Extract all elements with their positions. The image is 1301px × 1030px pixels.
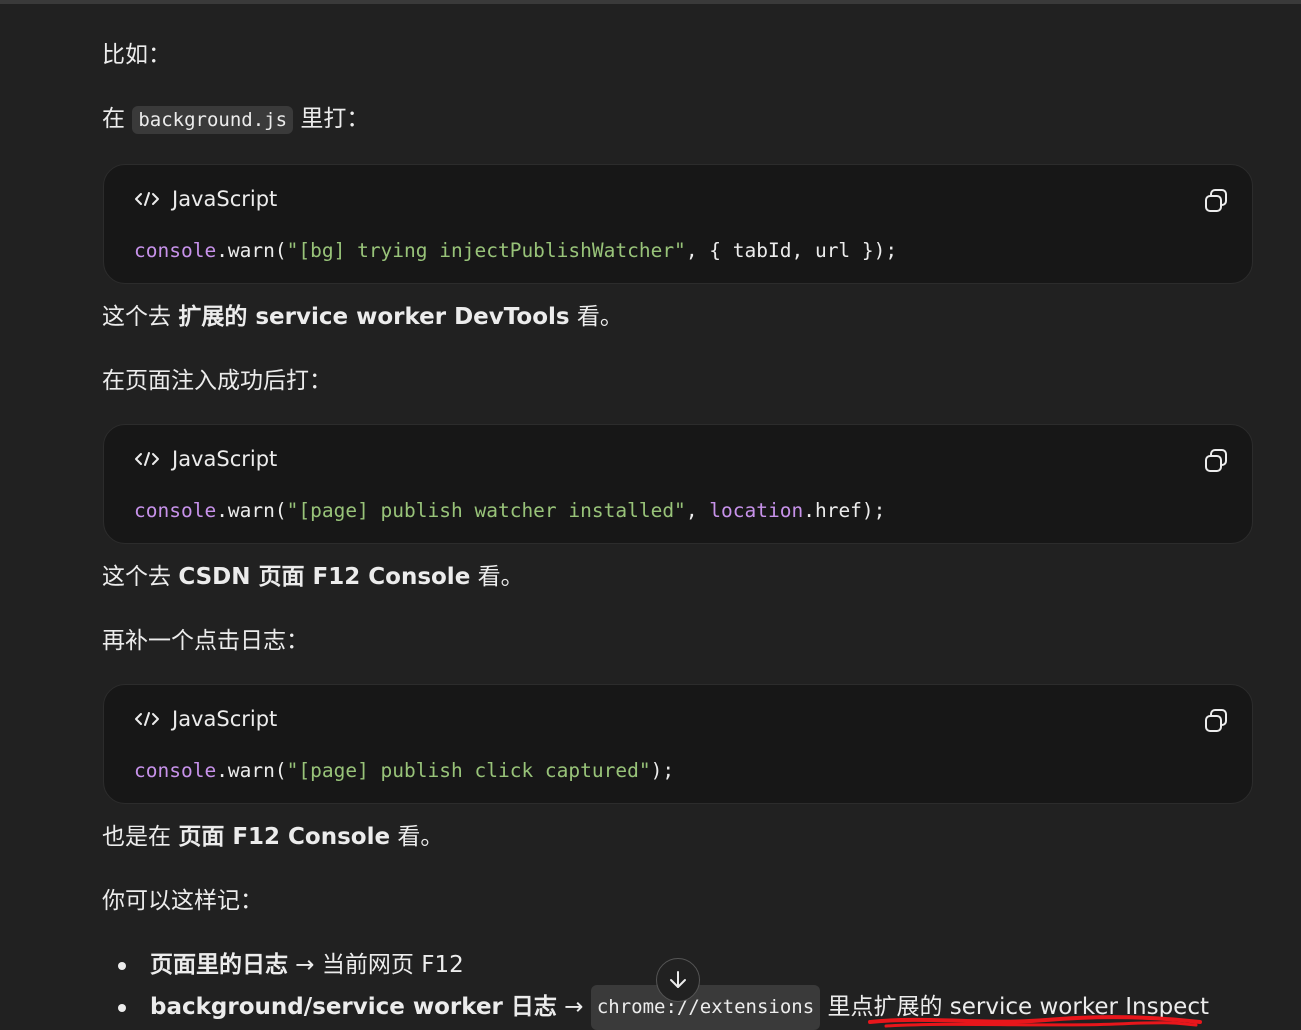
copy-icon[interactable] xyxy=(1202,447,1230,475)
bullet-text: 当前网页 F12 xyxy=(321,952,464,978)
code-token-object: console xyxy=(134,239,217,262)
paragraph-text: 也是在 xyxy=(102,824,179,850)
code-brackets-icon xyxy=(135,452,159,466)
bullet-dot xyxy=(118,961,126,970)
code-token-method: .warn( xyxy=(216,759,287,782)
bullet-bold: background/service worker 日志 xyxy=(150,994,557,1020)
code-line: console.warn("[bg] trying injectPublishW… xyxy=(134,239,897,262)
code-token-method: .warn( xyxy=(216,239,287,262)
code-token-string: "[page] publish click captured" xyxy=(286,759,651,782)
paragraph-inject: 在页面注入成功后打： xyxy=(102,366,332,396)
paragraph-intro: 比如： xyxy=(102,40,171,70)
code-header: JavaScript xyxy=(134,707,277,731)
paragraph-text: 再补一个点击日志： xyxy=(102,628,309,654)
code-token-rest: ); xyxy=(650,759,675,782)
code-language-label: JavaScript xyxy=(172,447,278,471)
code-token-string: "[page] publish watcher installed" xyxy=(286,499,686,522)
copy-icon[interactable] xyxy=(1202,707,1230,735)
code-line: console.warn("[page] publish click captu… xyxy=(134,759,674,782)
code-header: JavaScript xyxy=(134,447,277,471)
bullet-bold: 页面里的日志 xyxy=(150,952,288,978)
paragraph-bold: 扩展的 service worker DevTools xyxy=(178,304,570,330)
inline-code: chrome://extensions xyxy=(590,985,821,1030)
paragraph-text: 在 xyxy=(102,106,133,132)
paragraph-bold: 页面 F12 Console xyxy=(178,824,391,850)
code-block: JavaScript console.warn("[page] publish … xyxy=(103,424,1253,544)
paragraph-text: 里打： xyxy=(293,106,370,132)
red-underline-annotation xyxy=(868,1015,1202,1028)
paragraph-text: 这个去 xyxy=(102,304,179,330)
paragraph-service-worker: 这个去 扩展的 service worker DevTools 看。 xyxy=(102,302,623,332)
copy-icon[interactable] xyxy=(1202,187,1230,215)
paragraph-text: 看。 xyxy=(569,304,623,330)
paragraph-csdn-console: 这个去 CSDN 页面 F12 Console 看。 xyxy=(102,562,524,592)
paragraph-click-log: 再补一个点击日志： xyxy=(102,626,309,656)
code-block: JavaScript console.warn("[page] publish … xyxy=(103,684,1253,804)
code-brackets-icon xyxy=(135,712,159,726)
code-language-label: JavaScript xyxy=(172,707,278,731)
code-token-object: console xyxy=(134,759,217,782)
code-line: console.warn("[page] publish watcher ins… xyxy=(134,499,885,522)
paragraph-background-js: 在 background.js 里打： xyxy=(102,104,369,135)
paragraph-text: 看。 xyxy=(470,564,524,590)
code-token-string: "[bg] trying injectPublishWatcher" xyxy=(286,239,686,262)
paragraph-bold: CSDN 页面 F12 Console xyxy=(178,564,471,590)
top-border xyxy=(0,0,1301,4)
code-token-method: .warn( xyxy=(216,499,287,522)
paragraph-page-console: 也是在 页面 F12 Console 看。 xyxy=(102,822,443,852)
scroll-to-bottom-button[interactable] xyxy=(656,958,700,1002)
paragraph-text: 在页面注入成功后打： xyxy=(102,368,332,394)
paragraph-text: 这个去 xyxy=(102,564,179,590)
bullet-arrow: → xyxy=(288,952,322,978)
arrow-down-icon xyxy=(670,971,686,988)
paragraph-text: 看。 xyxy=(390,824,444,850)
paragraph-text: 比如： xyxy=(102,42,171,68)
code-header: JavaScript xyxy=(134,187,277,211)
code-language-label: JavaScript xyxy=(172,187,278,211)
paragraph-text: 你可以这样记： xyxy=(102,888,263,914)
paragraph-remember: 你可以这样记： xyxy=(102,886,263,916)
code-token-separator: , xyxy=(685,499,710,522)
code-token-rest: .href); xyxy=(803,499,886,522)
code-brackets-icon xyxy=(135,192,159,206)
bullet-arrow: → xyxy=(556,994,591,1020)
code-token-object: location xyxy=(709,499,804,522)
code-token-object: console xyxy=(134,499,217,522)
code-token-rest: , { tabId, url }); xyxy=(685,239,898,262)
inline-code: background.js xyxy=(132,106,294,134)
code-block: JavaScript console.warn("[bg] trying inj… xyxy=(103,164,1253,284)
bullet-dot xyxy=(118,1003,126,1012)
